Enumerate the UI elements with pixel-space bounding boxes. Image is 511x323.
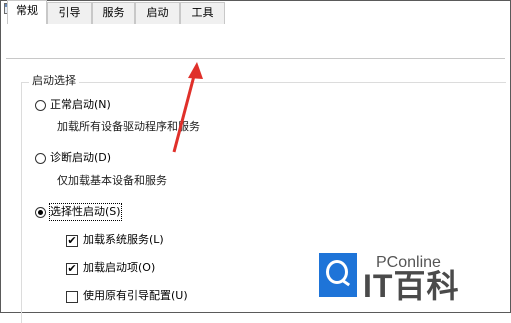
load-startup-items-checkbox[interactable]: ✔ xyxy=(66,263,78,275)
selective-startup-label[interactable]: 选择性启动(S) xyxy=(49,203,122,221)
use-original-boot-config-label[interactable]: 使用原有引导配置(U) xyxy=(83,288,188,304)
normal-startup-label[interactable]: 正常启动(N) xyxy=(50,97,111,113)
load-startup-items-label[interactable]: 加载启动项(O) xyxy=(83,260,155,276)
pconline-logo-icon xyxy=(319,253,357,297)
load-system-services-label[interactable]: 加载系统服务(L) xyxy=(83,232,164,248)
tab-startup[interactable]: 启动 xyxy=(135,2,180,24)
arrow-shaft xyxy=(172,71,197,153)
annotation-arrow xyxy=(172,62,203,153)
diagnostic-startup-label[interactable]: 诊断启动(D) xyxy=(50,150,111,166)
tab-general[interactable]: 常规 xyxy=(7,0,47,24)
arrow-head xyxy=(188,62,203,79)
use-original-boot-config-checkbox[interactable] xyxy=(66,291,78,303)
diagnostic-startup-description: 仅加载基本设备和服务 xyxy=(57,174,167,187)
diagnostic-startup-radio[interactable] xyxy=(35,153,46,164)
selective-startup-radio[interactable] xyxy=(35,207,46,218)
tab-tools[interactable]: 工具 xyxy=(180,2,225,24)
load-system-services-checkbox[interactable]: ✔ xyxy=(66,235,78,247)
startup-selection-title: 启动选择 xyxy=(29,73,79,89)
tab-services[interactable]: 服务 xyxy=(92,2,135,24)
tab-boot[interactable]: 引导 xyxy=(47,2,92,24)
watermark-brand-large: IT百科 xyxy=(363,268,460,304)
tab-divider xyxy=(6,58,505,59)
normal-startup-radio[interactable] xyxy=(35,100,46,111)
